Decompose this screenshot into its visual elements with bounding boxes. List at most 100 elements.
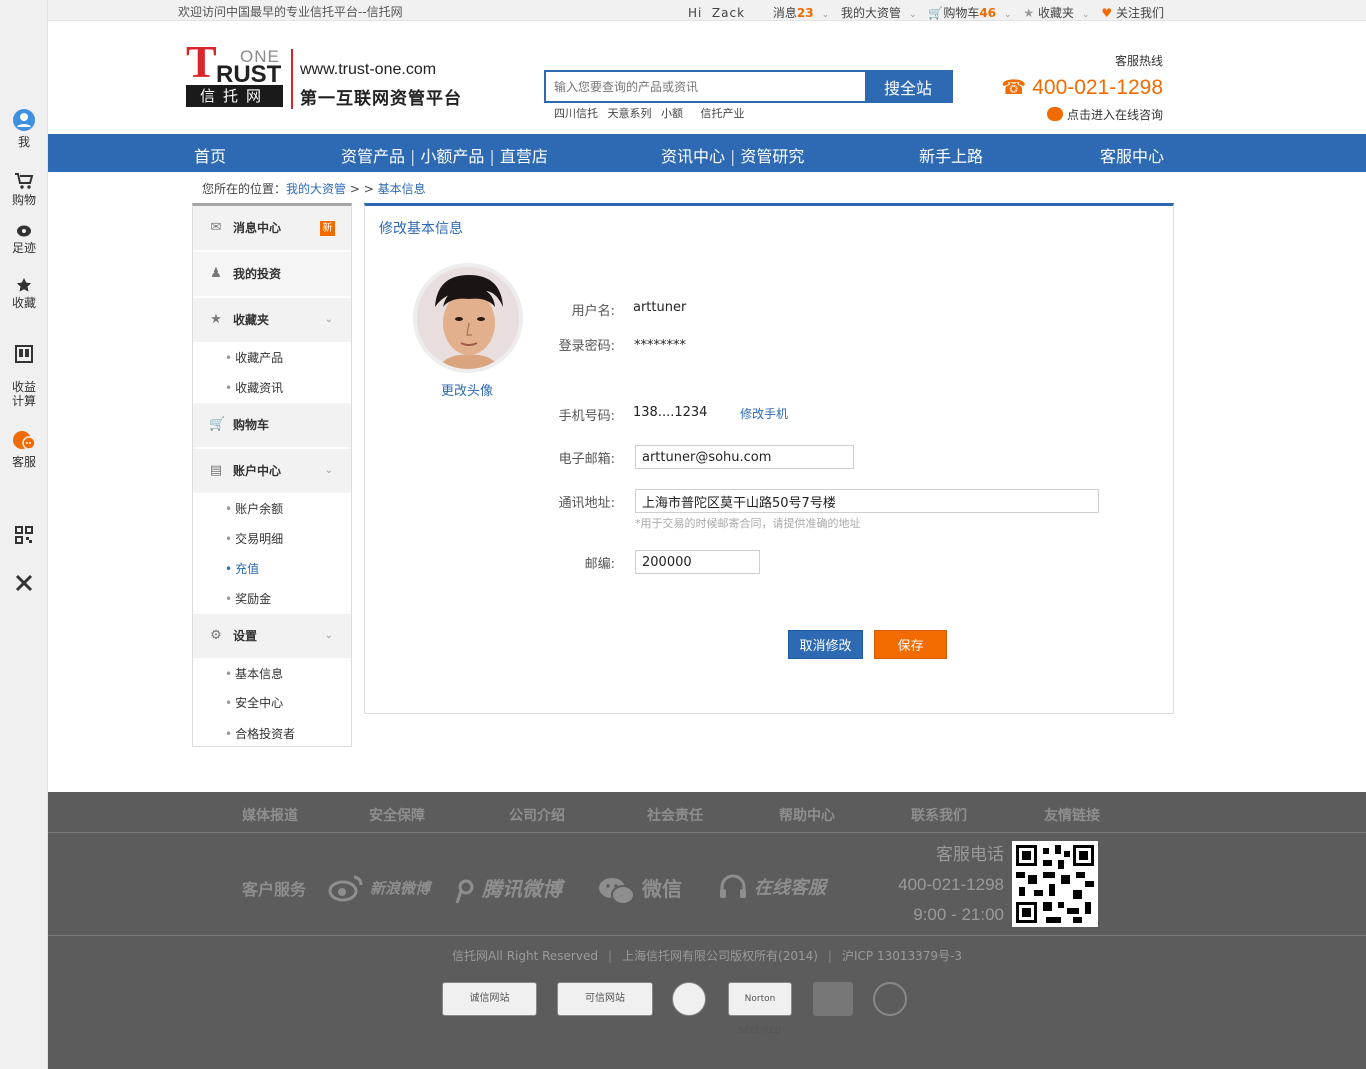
hot-link[interactable]: 信托产业	[701, 107, 745, 120]
phone-icon: ☎	[1001, 77, 1027, 99]
menu-favorites-label: 收藏夹	[233, 313, 270, 327]
user-icon	[13, 109, 35, 131]
toolbar-close[interactable]	[0, 574, 48, 595]
menu-fav-products-label: 收藏产品	[235, 351, 284, 365]
username-value: arttuner	[633, 300, 687, 315]
footer-link-security[interactable]: 安全保障	[369, 805, 425, 825]
copyright-rights: 信托网All Right Reserved	[452, 949, 598, 963]
tencent-weibo-label: 腾讯微博	[482, 877, 562, 901]
top-bar-links: Hi Zack 消息23 ⌄ 我的大资管 ⌄ 🛒购物车46 ⌄ ★ 收藏夹 ⌄ ♥ 关注…	[680, 4, 1164, 21]
zip-field[interactable]	[635, 550, 760, 574]
badge-credible-site[interactable]: 诚信网站	[442, 982, 537, 1016]
hotline-number-row: ☎ 400-021-1298	[1001, 75, 1163, 100]
badge-police[interactable]	[813, 982, 853, 1016]
toolbar-cart-label: 购物	[11, 193, 36, 207]
footer-link-friends[interactable]: 友情链接	[1044, 805, 1100, 825]
qr-code-icon	[15, 526, 33, 544]
menu-security[interactable]: • 安全中心	[193, 688, 351, 718]
toolbar-footprint-label: 足迹	[11, 241, 36, 255]
menu-investments[interactable]: ♟ 我的投资	[193, 252, 351, 296]
badge-trusted-site[interactable]: 可信网站	[557, 982, 653, 1016]
hot-search-links: 四川信托 天意系列 小额 信托产业	[554, 105, 751, 121]
hot-link[interactable]: 小额	[661, 107, 683, 120]
menu-account-label: 账户中心	[233, 464, 282, 478]
nav-service-center[interactable]: 客服中心	[1100, 143, 1164, 167]
footer-link-contact[interactable]: 联系我们	[911, 805, 967, 825]
hot-link[interactable]: 天意系列	[608, 107, 652, 120]
footer-link-about[interactable]: 公司介绍	[509, 805, 565, 825]
sina-weibo-link[interactable]: 新浪微博	[328, 873, 430, 903]
toolbar-calculator[interactable]: 收益 计算	[0, 331, 48, 408]
save-button[interactable]: 保存	[874, 630, 947, 659]
address-field[interactable]	[635, 489, 1099, 513]
nav-small-products[interactable]: 小额产品	[420, 147, 484, 166]
tencent-weibo-link[interactable]: 腾讯微博	[454, 873, 562, 904]
qr-code-icon	[1016, 845, 1094, 923]
footer-link-csr[interactable]: 社会责任	[647, 805, 703, 825]
menu-bonus[interactable]: • 奖励金	[193, 584, 351, 614]
toolbar-me[interactable]: 我	[0, 108, 48, 149]
menu-transactions[interactable]: • 交易明细	[193, 524, 351, 554]
menu-account[interactable]: ▤ 账户中心 ⌄	[193, 449, 351, 493]
cart-link[interactable]: 🛒购物车46 ⌄	[928, 6, 1011, 20]
breadcrumb-my-assets[interactable]: 我的大资管	[286, 182, 346, 196]
menu-recharge[interactable]: • 充值	[193, 554, 351, 584]
logo-cn: 信托网	[186, 85, 283, 107]
nav-research[interactable]: 资管研究	[740, 147, 804, 166]
nav-newbie[interactable]: 新手上路	[919, 143, 983, 167]
envelope-icon: ✉	[210, 220, 222, 235]
menu-cart[interactable]: 🛒 购物车	[193, 403, 351, 447]
menu-cart-label: 购物车	[233, 418, 270, 432]
search-input[interactable]	[546, 72, 866, 101]
online-consult-link[interactable]: 点击进入在线咨询	[1001, 106, 1163, 123]
account-side-menu: ✉ 消息中心 新 ♟ 我的投资 ★ 收藏夹 ⌄ • 收藏产品 • 收藏资讯 🛒 购物…	[192, 203, 352, 747]
toolbar-service-label: 客服	[11, 455, 36, 469]
cancel-button[interactable]: 取消修改	[788, 630, 863, 659]
badge-seal[interactable]	[873, 982, 907, 1016]
hot-link[interactable]: 四川信托	[554, 107, 598, 120]
online-service-link[interactable]: 在线客服	[718, 873, 826, 903]
bullet: •	[225, 502, 233, 516]
footer-link-help[interactable]: 帮助中心	[779, 805, 835, 825]
menu-balance[interactable]: • 账户余额	[193, 494, 351, 524]
footer-social: 客户服务 新浪微博 腾讯微博 微信 在线客服 客服电话 400-021-1298…	[48, 833, 1366, 936]
menu-qualified-investor[interactable]: • 合格投资者	[193, 719, 351, 749]
copyright-company: 上海信托网有限公司版权所有(2014)	[622, 949, 818, 963]
footer-link-media[interactable]: 媒体报道	[242, 805, 298, 825]
nav-info-center[interactable]: 资讯中心	[661, 147, 725, 166]
toolbar-favorites[interactable]: 收藏	[0, 277, 48, 310]
toolbar-footprint[interactable]: 足迹	[0, 224, 48, 255]
favorites-label: 收藏夹	[1038, 6, 1075, 20]
badge-norton[interactable]: Norton SECURED	[728, 982, 792, 1036]
menu-messages[interactable]: ✉ 消息中心 新	[193, 206, 351, 250]
menu-basic-info-label: 基本信息	[235, 667, 284, 681]
menu-favorites[interactable]: ★ 收藏夹 ⌄	[193, 298, 351, 342]
follow-link[interactable]: ♥ 关注我们	[1101, 6, 1164, 20]
toolbar-cart[interactable]: 购物	[0, 172, 48, 207]
logo[interactable]: T ONE RUST 信托网	[186, 39, 286, 109]
email-field[interactable]	[635, 445, 854, 469]
footer-copyright: 信托网All Right Reserved | 上海信托网有限公司版权所有(2014…	[48, 947, 1366, 964]
welcome-text: 欢迎访问中国最早的专业信托平台--信托网	[178, 5, 403, 19]
toolbar-qr[interactable]	[0, 526, 48, 547]
nav-direct-store[interactable]: 直营店	[500, 147, 548, 166]
chevron-down-icon: ⌄	[1082, 10, 1090, 20]
badge-trust-seal[interactable]	[672, 982, 706, 1016]
messages-link[interactable]: 消息23 ⌄	[773, 6, 829, 20]
menu-basic-info[interactable]: • 基本信息	[193, 659, 351, 689]
search-button[interactable]: 搜全站	[865, 72, 951, 101]
my-assets-link[interactable]: 我的大资管 ⌄	[841, 6, 917, 20]
nav-asset-products[interactable]: 资管产品	[341, 147, 405, 166]
person-icon: ♟	[210, 266, 222, 281]
menu-fav-products[interactable]: • 收藏产品	[193, 343, 351, 373]
wechat-link[interactable]: 微信	[598, 873, 682, 906]
change-avatar-link[interactable]: 更改头像	[441, 380, 493, 399]
favorites-link[interactable]: ★ 收藏夹 ⌄	[1023, 6, 1089, 20]
change-phone-link[interactable]: 修改手机	[740, 405, 788, 422]
toolbar-service[interactable]: 客服	[0, 430, 48, 469]
menu-settings[interactable]: ⚙ 设置 ⌄	[193, 614, 351, 658]
menu-fav-news[interactable]: • 收藏资讯	[193, 373, 351, 403]
toolbar-calculator-label: 收益 计算	[11, 380, 36, 408]
nav-home[interactable]: 首页	[194, 143, 226, 167]
hotline-label: 客服热线	[1114, 54, 1163, 68]
